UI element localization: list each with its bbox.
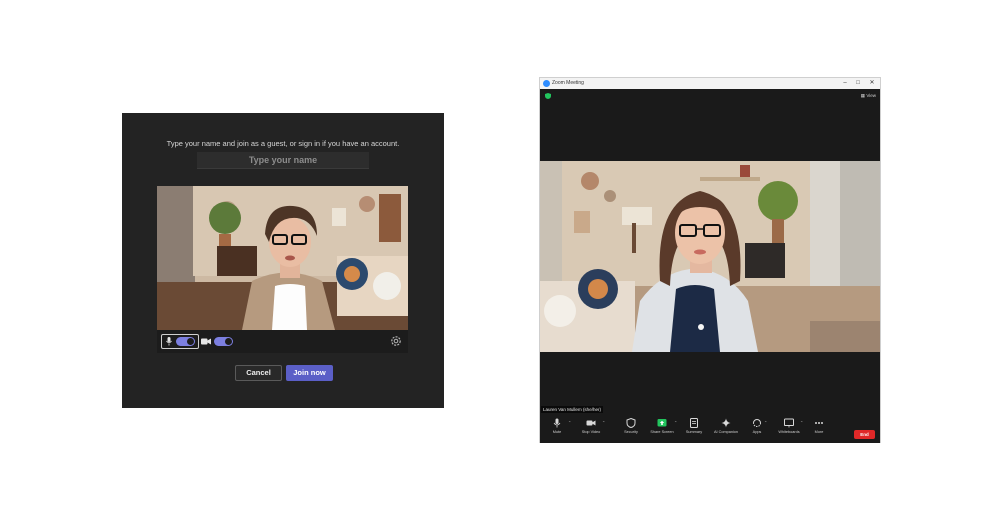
participant-video	[540, 161, 880, 352]
whiteboard-icon	[784, 418, 794, 428]
microphone-icon	[553, 418, 561, 428]
join-now-button[interactable]: Join now	[286, 365, 333, 381]
camera-toggle[interactable]	[214, 337, 233, 346]
page: Type your name and join as a guest, or s…	[0, 0, 1000, 522]
view-button[interactable]: ▦ View	[861, 93, 876, 99]
microphone-icon	[166, 337, 172, 346]
share-screen-button[interactable]: Share Screen	[648, 418, 676, 441]
teams-prejoin-panel: Type your name and join as a guest, or s…	[122, 113, 444, 408]
shield-icon	[626, 418, 636, 428]
stop-video-label: Stop Video	[581, 430, 601, 434]
minimize-icon[interactable]: –	[841, 79, 849, 87]
window-titlebar: Zoom Meeting – □ ✕	[540, 78, 880, 89]
ai-companion-label: AI Companion	[713, 430, 739, 434]
whiteboards-options-caret[interactable]: ⌃	[800, 420, 803, 425]
summary-icon	[690, 418, 698, 428]
guest-name-input[interactable]	[197, 152, 369, 169]
cancel-button[interactable]: Cancel	[235, 365, 282, 381]
participant-name-tag: Lauren Van Mullem (she/her)	[541, 406, 603, 413]
security-button[interactable]: Security	[620, 418, 642, 441]
summary-label: Summary	[685, 430, 703, 434]
apps-options-caret[interactable]: ⌃	[764, 420, 767, 425]
mute-options-caret[interactable]: ⌃	[568, 420, 571, 425]
ai-companion-button[interactable]: AI Companion	[710, 418, 742, 441]
participant-video-image	[540, 161, 880, 352]
mute-button[interactable]: Mute	[546, 418, 568, 441]
self-video-preview	[157, 186, 408, 330]
zoom-logo-icon	[543, 80, 550, 87]
device-settings-icon[interactable]	[390, 335, 402, 347]
share-options-caret[interactable]: ⌃	[674, 420, 677, 425]
whiteboards-label: Whiteboards	[778, 430, 800, 434]
close-icon[interactable]: ✕	[868, 79, 876, 87]
meeting-toolbar: Mute ⌃ Stop Video ⌃ Security Share Scree…	[540, 416, 880, 443]
end-meeting-button[interactable]: End	[854, 430, 875, 439]
maximize-icon[interactable]: □	[854, 79, 862, 87]
encryption-shield-icon[interactable]	[545, 93, 551, 99]
share-screen-label: Share Screen	[650, 430, 674, 434]
camera-icon	[201, 338, 211, 345]
apps-label: Apps	[752, 430, 762, 434]
more-button[interactable]: More	[810, 418, 828, 441]
apps-icon	[753, 419, 761, 427]
meeting-stage: ▦ View	[540, 89, 880, 416]
share-screen-icon	[657, 419, 667, 427]
more-label: More	[814, 430, 824, 434]
sparkle-icon	[721, 418, 731, 428]
mic-toggle[interactable]	[176, 337, 195, 346]
zoom-meeting-window: Zoom Meeting – □ ✕ ▦ View Lauren Van Mul…	[539, 77, 881, 443]
security-label: Security	[624, 430, 638, 434]
video-camera-icon	[586, 420, 596, 426]
video-options-caret[interactable]: ⌃	[602, 420, 605, 425]
join-prompt: Type your name and join as a guest, or s…	[166, 139, 400, 148]
view-label: View	[866, 93, 876, 98]
window-title: Zoom Meeting	[552, 80, 584, 86]
device-controls-bar	[157, 330, 408, 353]
more-icon	[815, 422, 823, 424]
mute-label: Mute	[552, 430, 562, 434]
summary-button[interactable]: Summary	[682, 418, 706, 441]
self-video-image	[157, 186, 408, 330]
device-toggles	[161, 334, 235, 349]
